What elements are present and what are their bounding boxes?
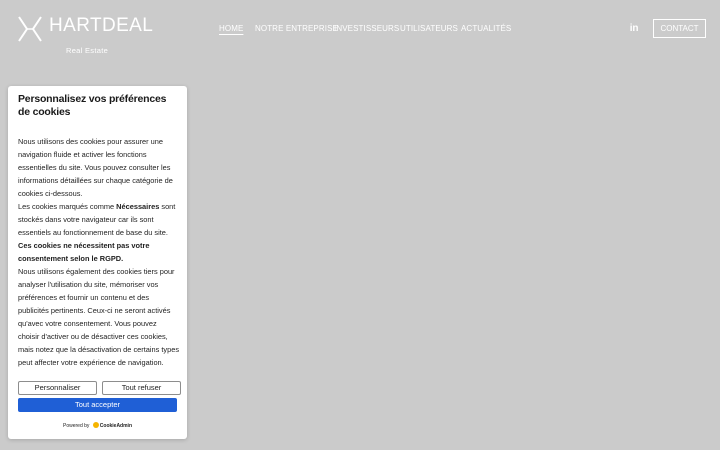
cookie-text-bold: Ces cookies ne nécessitent pas votre con…: [18, 241, 149, 263]
cookie-text-bold: Nécessaires: [116, 202, 159, 211]
cookieadmin-icon: [93, 422, 99, 428]
customize-button[interactable]: Personnaliser: [18, 381, 97, 395]
site-header: HARTDEAL Real Estate HOME NOTRE ENTREPRI…: [0, 0, 720, 58]
logo-subtitle: Real Estate: [66, 46, 108, 55]
cookie-paragraph-necessary: Les cookies marqués comme Nécessaires so…: [18, 200, 180, 239]
hartdeal-logo-icon: [18, 16, 42, 42]
refuse-all-button[interactable]: Tout refuser: [102, 381, 181, 395]
nav-investisseurs[interactable]: INVESTISSEURS: [334, 24, 399, 34]
cookie-dialog-title: Personnalisez vos préférences de cookies: [18, 93, 178, 119]
contact-button[interactable]: CONTACT: [653, 19, 706, 38]
linkedin-icon[interactable]: in: [628, 23, 640, 35]
nav-actualites[interactable]: ACTUALITÉS: [461, 24, 511, 34]
accept-all-button[interactable]: Tout accepter: [18, 398, 177, 412]
cookie-consent-dialog: Personnalisez vos préférences de cookies…: [8, 86, 187, 439]
cookie-paragraph-intro: Nous utilisons des cookies pour assurer …: [18, 135, 180, 200]
nav-home[interactable]: HOME: [219, 24, 243, 34]
powered-by-brand: CookieAdmin: [100, 423, 132, 429]
logo-title: HARTDEAL: [49, 15, 153, 37]
cookie-text: Les cookies marqués comme: [18, 202, 116, 211]
nav-utilisateurs[interactable]: UTILISATEURS: [400, 24, 458, 34]
cookie-dialog-body: Nous utilisons des cookies pour assurer …: [18, 135, 180, 369]
powered-by-label: Powered by: [63, 423, 89, 429]
cookie-paragraph-gdpr: Ces cookies ne nécessitent pas votre con…: [18, 239, 180, 265]
powered-by[interactable]: Powered by CookieAdmin: [8, 421, 187, 431]
cookie-paragraph-third-party: Nous utilisons également des cookies tie…: [18, 265, 180, 369]
nav-notre-entreprise[interactable]: NOTRE ENTREPRISE: [255, 24, 338, 34]
site-logo[interactable]: HARTDEAL Real Estate: [18, 15, 143, 43]
